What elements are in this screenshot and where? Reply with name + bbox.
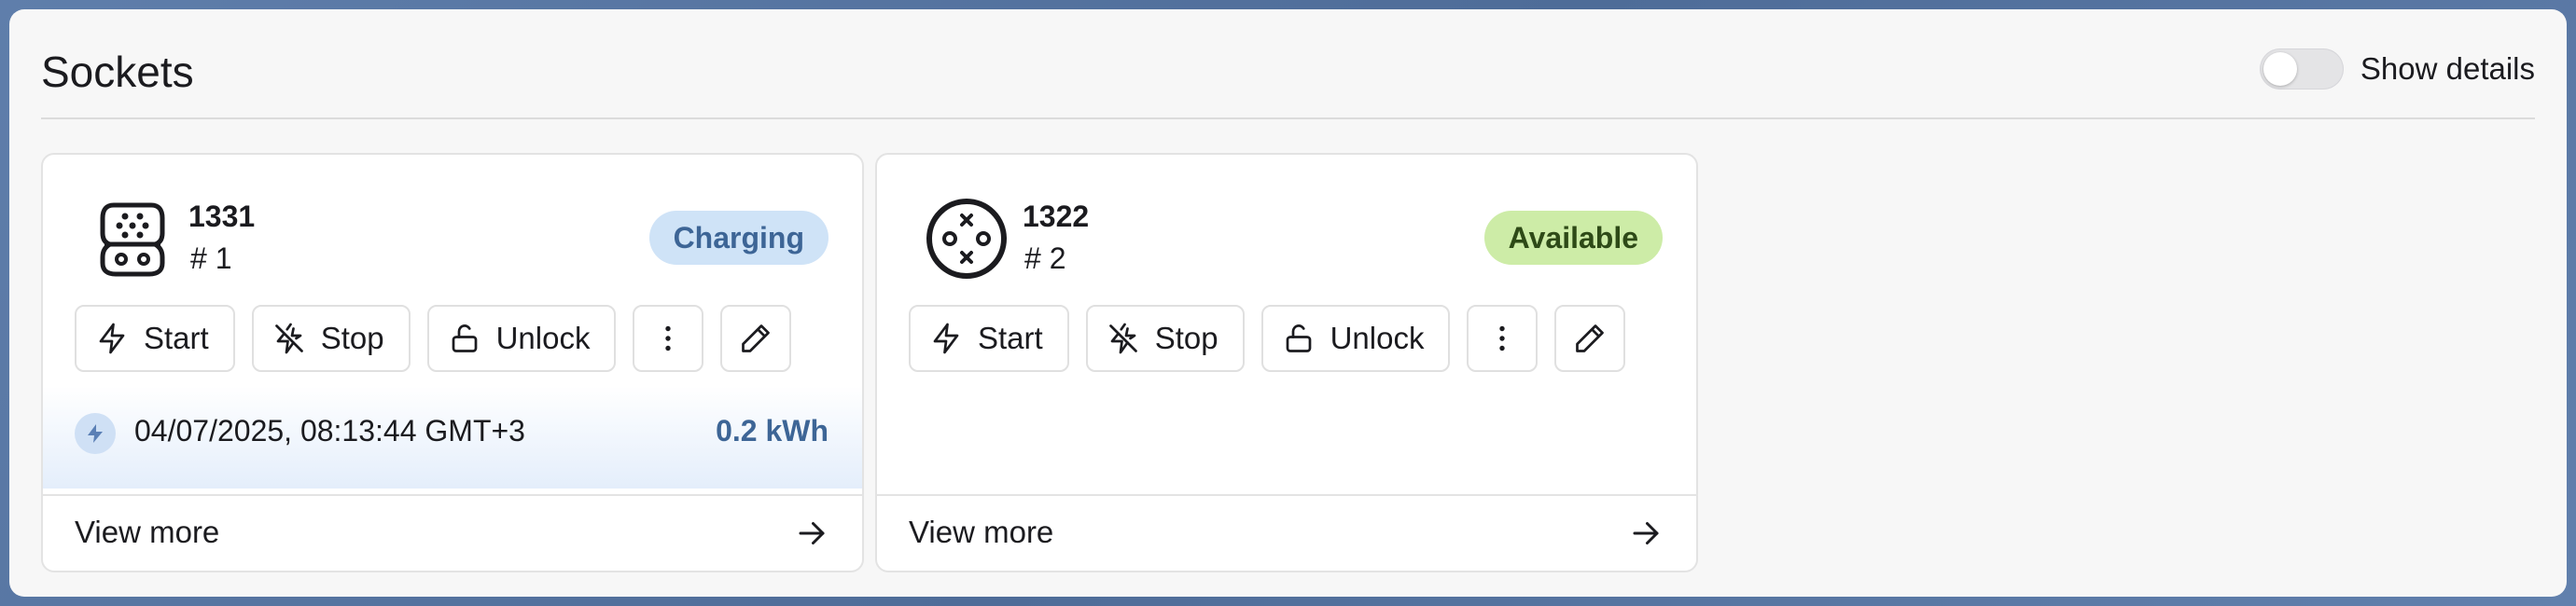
show-details-label[interactable]: Show details (2360, 51, 2535, 87)
charging-session: 04/07/2025, 08:13:44 GMT+3 0.2 kWh (43, 386, 862, 489)
sockets-panel: Sockets Show details 1331 # 1 Charging S… (9, 9, 2567, 597)
bolt-off-icon (1108, 323, 1137, 354)
toggle-knob (2263, 52, 2297, 86)
edit-button[interactable] (1554, 305, 1626, 372)
socket-number: # 2 (1024, 241, 1066, 275)
session-start-time: 04/07/2025, 08:13:44 GMT+3 (134, 414, 525, 448)
stop-label: Stop (320, 321, 384, 355)
bolt-icon (99, 323, 125, 354)
more-options-button[interactable] (633, 305, 704, 372)
unlock-label: Unlock (1330, 321, 1425, 355)
unlock-button[interactable]: Unlock (426, 305, 617, 372)
chademo-connector-icon (926, 199, 1007, 279)
socket-id: 1322 (1023, 200, 1090, 233)
session-bolt-icon (75, 413, 116, 454)
status-badge: Available (1483, 211, 1663, 265)
unlock-icon (452, 324, 477, 352)
unlock-button[interactable]: Unlock (1260, 305, 1451, 372)
stop-label: Stop (1154, 321, 1218, 355)
show-details-toggle[interactable] (2259, 48, 2344, 90)
pencil-icon (1576, 324, 1605, 352)
socket-number: # 1 (190, 241, 232, 275)
arrow-right-icon (799, 522, 825, 544)
start-button[interactable]: Start (75, 305, 235, 372)
panel-title: Sockets (41, 48, 194, 96)
more-vertical-icon (1499, 325, 1506, 351)
edit-button[interactable] (720, 305, 792, 372)
start-label: Start (978, 321, 1043, 355)
bolt-icon (933, 323, 959, 354)
socket-card-1331: 1331 # 1 Charging Start Stop Unlock 04/0… (41, 153, 864, 572)
stop-button[interactable]: Stop (251, 305, 411, 372)
socket-id: 1331 (188, 200, 256, 233)
arrow-right-icon (1633, 522, 1659, 544)
unlock-label: Unlock (495, 321, 591, 355)
panel-header: Sockets Show details (41, 9, 2535, 119)
status-badge: Charging (648, 211, 828, 265)
show-details-toggle-group[interactable]: Show details (2259, 48, 2535, 90)
socket-card-1322: 1322 # 2 Available Start Stop Unlock Vie… (875, 153, 1698, 572)
view-more-label: View more (75, 515, 220, 549)
more-options-button[interactable] (1467, 305, 1539, 372)
view-more-link[interactable]: View more (43, 494, 862, 571)
unlock-icon (1286, 324, 1311, 352)
more-vertical-icon (665, 325, 672, 351)
socket-actions: Start Stop Unlock (75, 305, 792, 372)
view-more-label: View more (909, 515, 1054, 549)
pencil-icon (742, 324, 771, 352)
session-energy: 0.2 kWh (716, 414, 828, 448)
start-label: Start (144, 321, 209, 355)
type2-connector-icon (100, 202, 165, 277)
start-button[interactable]: Start (909, 305, 1069, 372)
bolt-off-icon (274, 323, 303, 354)
socket-actions: Start Stop Unlock (909, 305, 1626, 372)
view-more-link[interactable]: View more (877, 494, 1696, 571)
stop-button[interactable]: Stop (1085, 305, 1245, 372)
